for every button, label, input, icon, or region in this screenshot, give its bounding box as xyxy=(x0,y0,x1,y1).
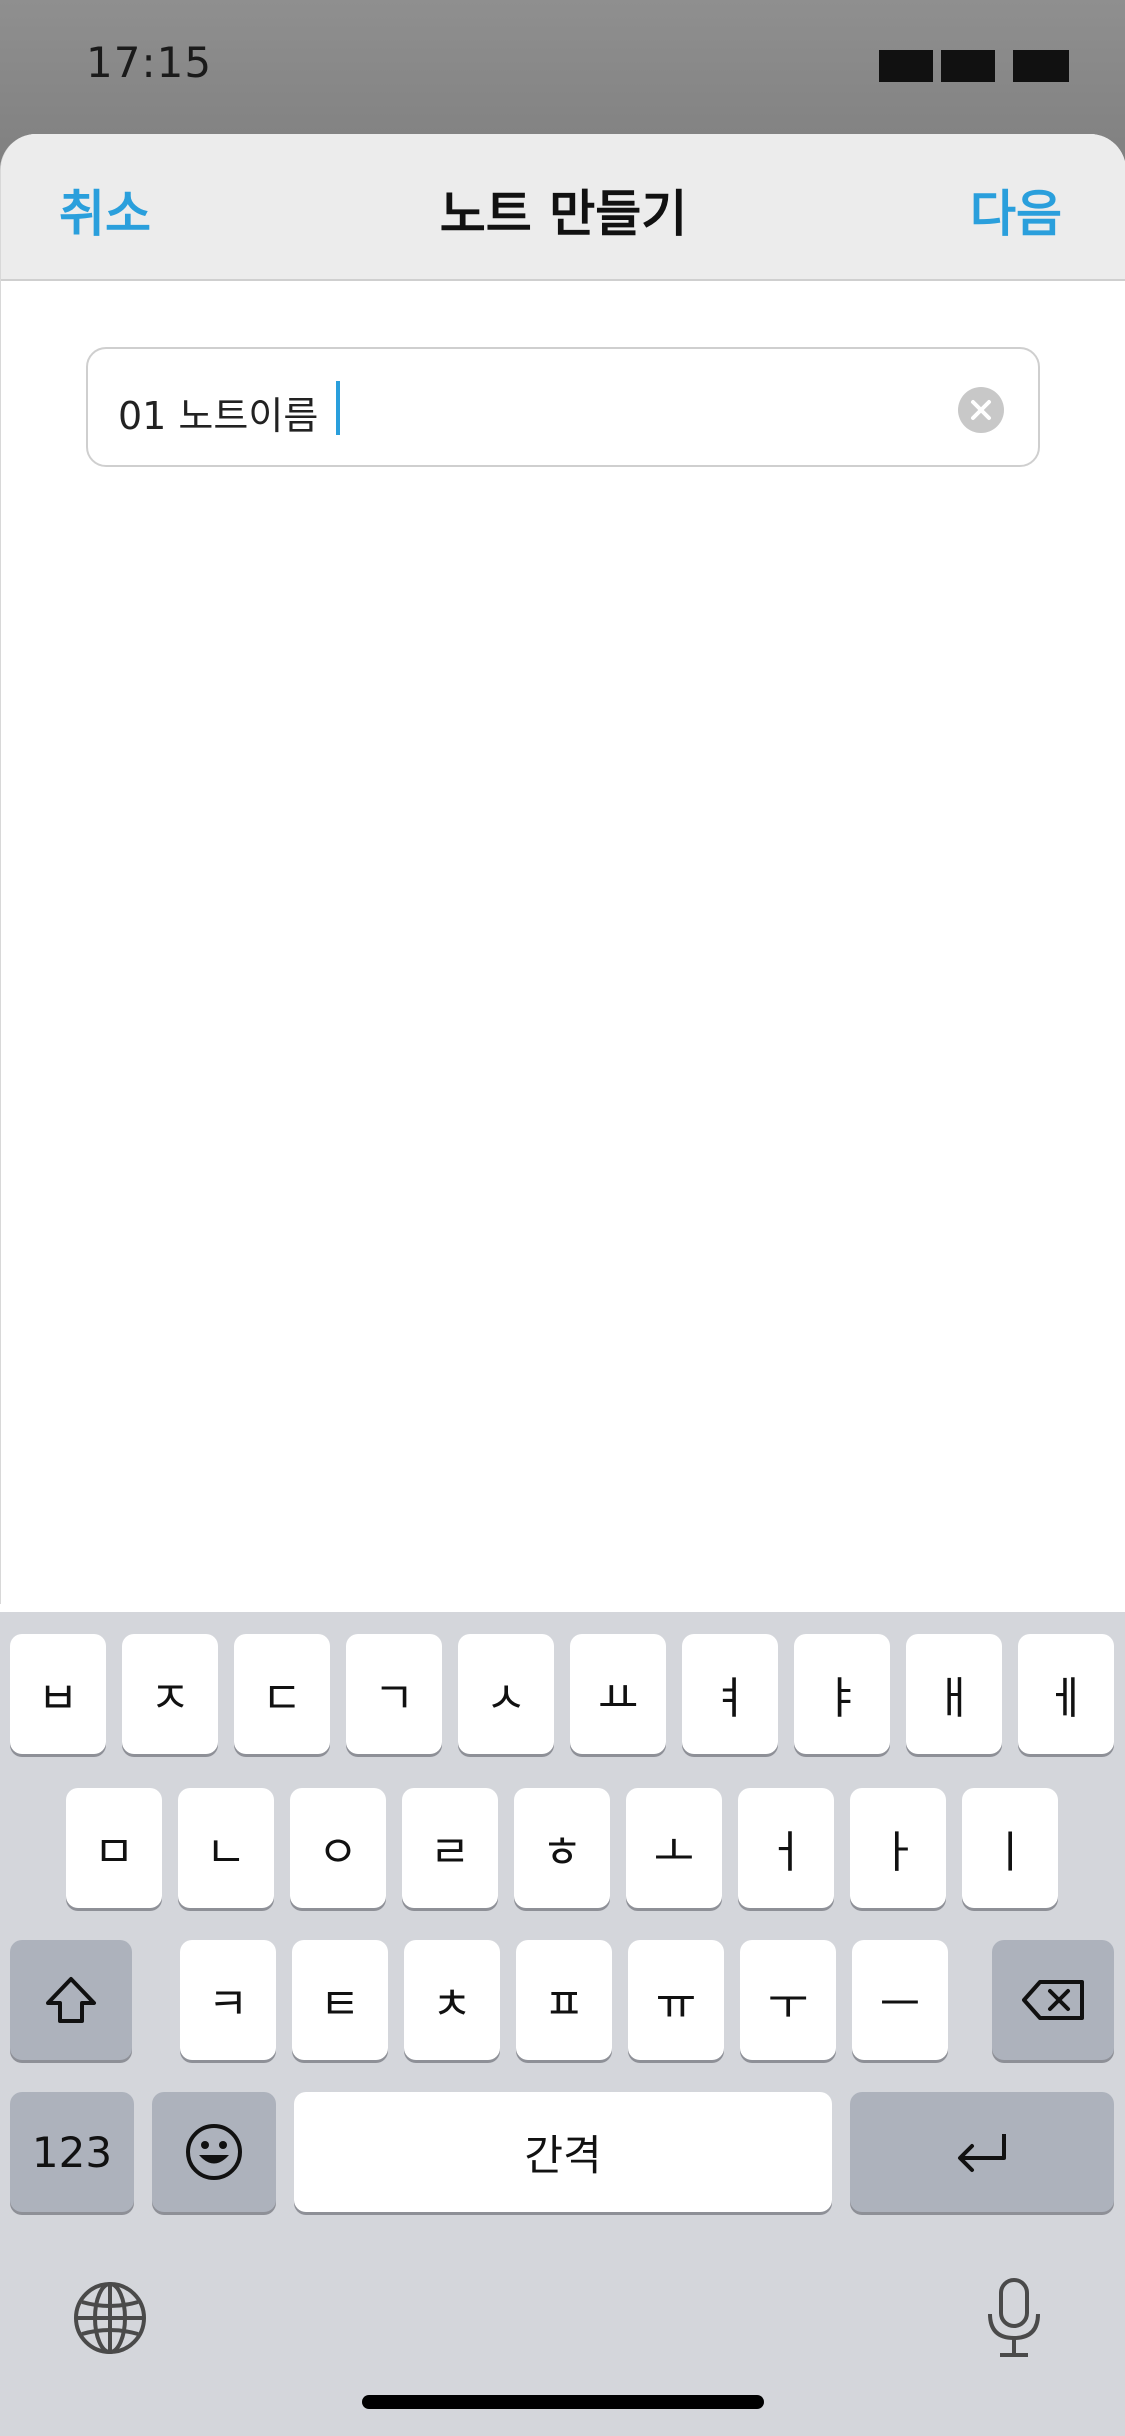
key[interactable]: ㄱ xyxy=(346,1634,442,1754)
globe-icon xyxy=(74,2282,146,2354)
return-icon xyxy=(958,2134,1006,2172)
note-name-value: 01 노트이름 xyxy=(118,394,319,438)
key[interactable]: ㅏ xyxy=(850,1788,946,1908)
page-title: 노트 만들기 xyxy=(439,185,688,243)
key[interactable]: ㅗ xyxy=(626,1788,722,1908)
emoji-key[interactable] xyxy=(152,2092,276,2212)
key[interactable]: ㅐ xyxy=(906,1634,1002,1754)
key[interactable]: ㅇ xyxy=(290,1788,386,1908)
return-key[interactable] xyxy=(850,2092,1114,2212)
key[interactable]: ㅔ xyxy=(1018,1634,1114,1754)
key[interactable]: ㅈ xyxy=(122,1634,218,1754)
key[interactable]: ㅂ xyxy=(10,1634,106,1754)
key[interactable]: ㅕ xyxy=(682,1634,778,1754)
backspace-icon xyxy=(1022,1980,1084,2020)
space-key[interactable]: 간격 xyxy=(294,2092,832,2212)
key[interactable]: ㅜ xyxy=(740,1940,836,2060)
dictation-key[interactable] xyxy=(984,2276,1044,2360)
shift-icon xyxy=(46,1977,96,2023)
emoji-icon xyxy=(186,2124,242,2180)
signal-icon xyxy=(879,50,933,82)
key[interactable]: ㅛ xyxy=(570,1634,666,1754)
key[interactable]: ㅁ xyxy=(66,1788,162,1908)
numbers-key[interactable]: 123 xyxy=(10,2092,134,2212)
clear-icon xyxy=(971,400,991,420)
note-name-field[interactable]: 01 노트이름 xyxy=(86,347,1040,467)
clear-text-button[interactable] xyxy=(958,387,1004,433)
shift-key[interactable] xyxy=(10,1940,132,2060)
battery-icon xyxy=(1013,50,1069,82)
key[interactable]: ㅍ xyxy=(516,1940,612,2060)
key[interactable]: ㄴ xyxy=(178,1788,274,1908)
backspace-key[interactable] xyxy=(992,1940,1114,2060)
key[interactable]: ㅠ xyxy=(628,1940,724,2060)
globe-key[interactable] xyxy=(70,2278,150,2358)
create-note-sheet: 취소 노트 만들기 다음 01 노트이름 xyxy=(0,134,1125,1604)
key[interactable]: ㅌ xyxy=(292,1940,388,2060)
status-icons xyxy=(879,50,1069,82)
status-time: 17:15 xyxy=(86,38,213,87)
key[interactable]: ㅑ xyxy=(794,1634,890,1754)
key[interactable]: ㅊ xyxy=(404,1940,500,2060)
key[interactable]: ㅡ xyxy=(852,1940,948,2060)
key[interactable]: ㅅ xyxy=(458,1634,554,1754)
key[interactable]: ㅓ xyxy=(738,1788,834,1908)
next-button[interactable]: 다음 xyxy=(970,174,1062,246)
key[interactable]: ㄷ xyxy=(234,1634,330,1754)
nav-bar: 취소 노트 만들기 다음 xyxy=(1,134,1125,281)
text-caret xyxy=(336,381,340,435)
wifi-icon xyxy=(941,50,995,82)
key[interactable]: ㄹ xyxy=(402,1788,498,1908)
key[interactable]: ㅣ xyxy=(962,1788,1058,1908)
key[interactable]: ㅎ xyxy=(514,1788,610,1908)
microphone-icon xyxy=(988,2278,1040,2357)
keyboard: ㅂ ㅈ ㄷ ㄱ ㅅ ㅛ ㅕ ㅑ ㅐ ㅔ ㅁ ㄴ ㅇ ㄹ ㅎ ㅗ ㅓ ㅏ ㅣ ㅋ … xyxy=(0,1612,1125,2436)
key[interactable]: ㅋ xyxy=(180,1940,276,2060)
home-indicator xyxy=(362,2395,764,2409)
